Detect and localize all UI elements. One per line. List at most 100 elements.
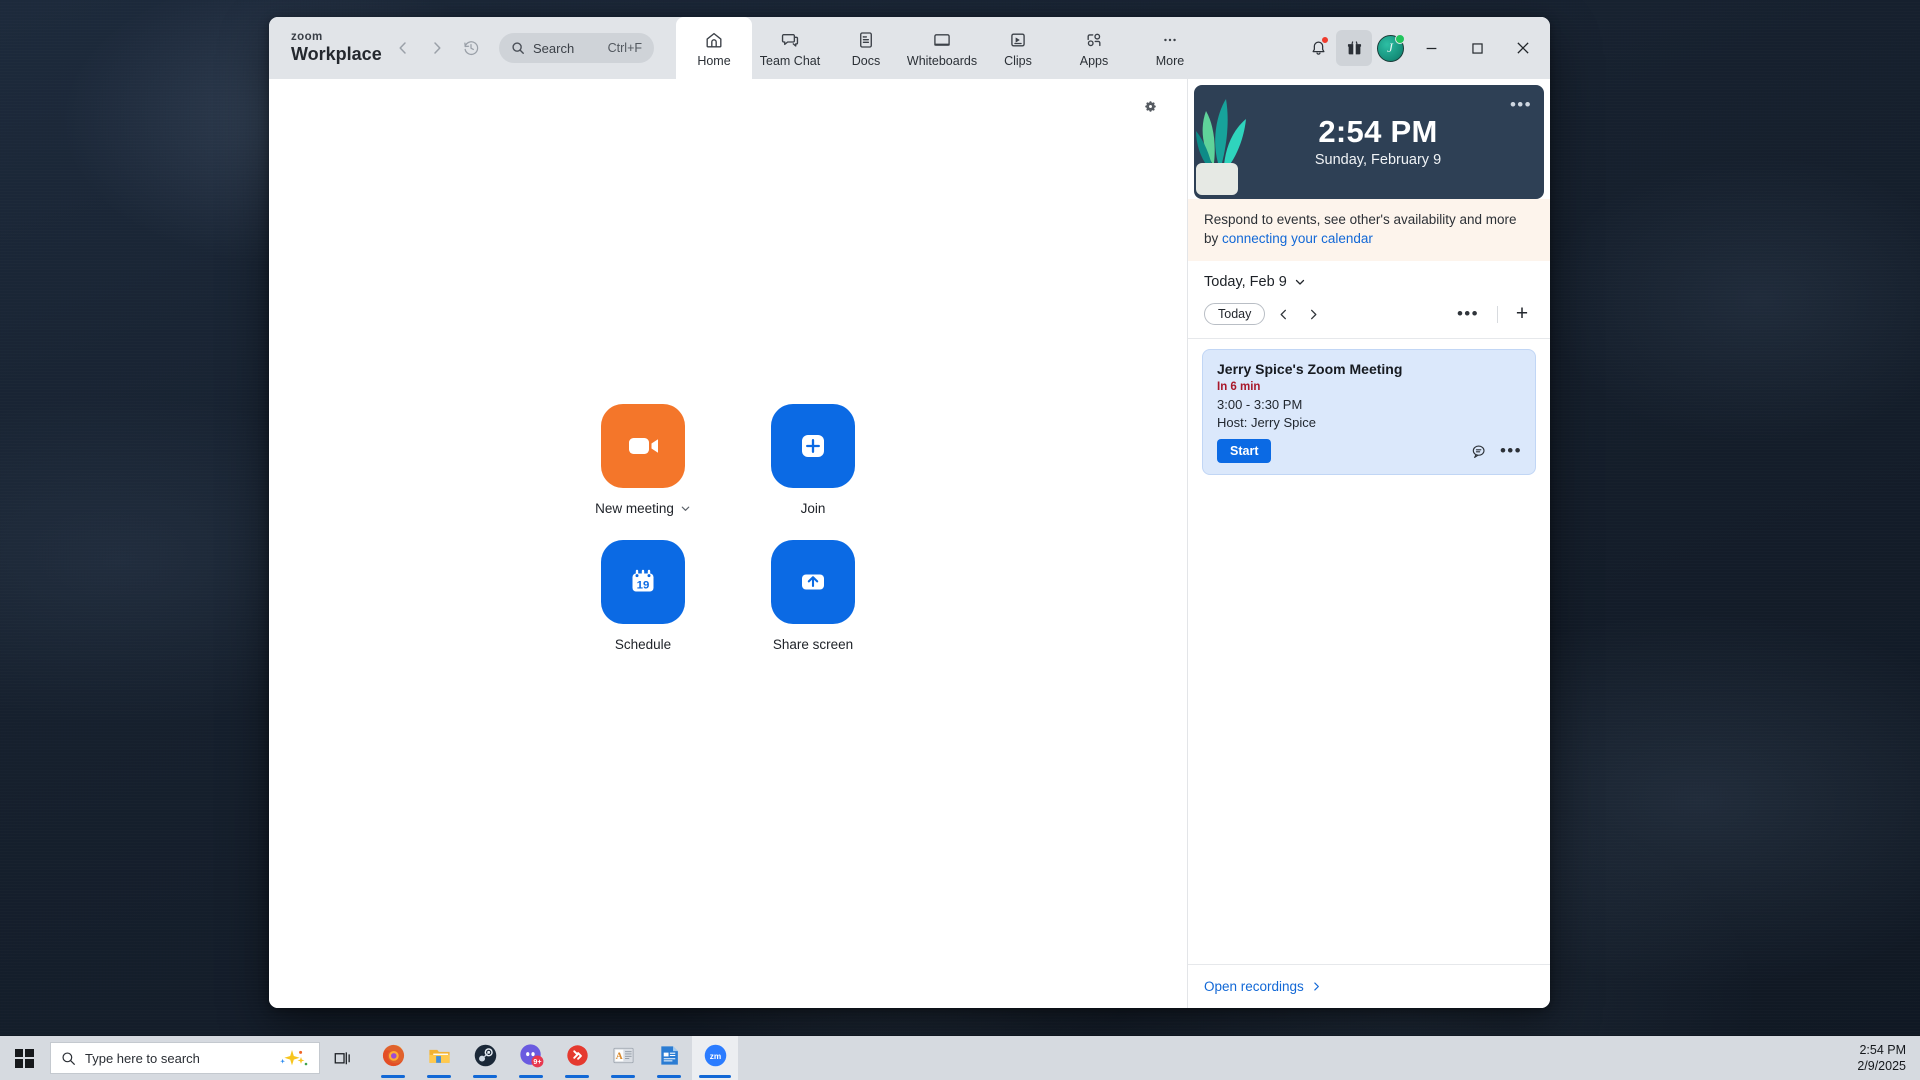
taskbar-app-discord[interactable]: 9+ [508, 1036, 554, 1080]
firefox-icon [382, 1044, 404, 1067]
event-more-icon[interactable]: ••• [1500, 441, 1522, 461]
tab-apps-label: Apps [1079, 53, 1109, 68]
navigation-arrows [387, 17, 487, 79]
notifications-bell-button[interactable] [1300, 30, 1336, 66]
apps-icon [1084, 29, 1104, 51]
forward-button[interactable] [421, 32, 453, 64]
new-meeting-tile[interactable] [601, 403, 685, 488]
taskbar-app-zoom[interactable]: zm [692, 1036, 738, 1080]
close-button[interactable] [1500, 17, 1546, 79]
search-icon [61, 1051, 76, 1066]
svg-text:19: 19 [637, 579, 650, 591]
minimize-button[interactable] [1408, 17, 1454, 79]
search-input[interactable]: Search Ctrl+F [499, 33, 654, 63]
brand-zoom-text: zoom [291, 31, 323, 44]
zoom-workplace-window: zoom Workplace Search Ctrl+F Home Team C… [269, 17, 1550, 1008]
join-label: Join [800, 500, 826, 516]
app-brand: zoom Workplace [269, 17, 387, 79]
tab-more[interactable]: More [1132, 17, 1208, 79]
join-action[interactable]: Join [743, 403, 883, 516]
open-recordings-link[interactable]: Open recordings [1204, 979, 1304, 994]
chat-bubble-icon [780, 29, 800, 51]
clock-card-more-icon[interactable]: ••• [1510, 95, 1532, 115]
right-side-panel: 2:54 PM Sunday, February 9 ••• Respond t… [1187, 79, 1550, 1008]
event-actions: Start ••• [1217, 439, 1522, 464]
taskbar-app-remote-desktop[interactable] [554, 1036, 600, 1080]
tab-clips[interactable]: Clips [980, 17, 1056, 79]
letter-a-icon: A [613, 1047, 633, 1064]
taskbar-search-input[interactable]: Type here to search [50, 1042, 320, 1074]
taskbar-app-steam[interactable] [462, 1036, 508, 1080]
app-running-indicator [473, 1075, 497, 1078]
start-meeting-button[interactable]: Start [1217, 439, 1272, 464]
tab-docs[interactable]: Docs [828, 17, 904, 79]
taskbar-clock[interactable]: 2:54 PM 2/9/2025 [1857, 1042, 1906, 1074]
calendar-connect-banner: Respond to events, see other's availabil… [1188, 199, 1550, 262]
document-icon [856, 29, 876, 51]
panel-footer: Open recordings [1188, 964, 1550, 1008]
taskbar-app-file-explorer[interactable] [416, 1036, 462, 1080]
tab-whiteboards[interactable]: Whiteboards [904, 17, 980, 79]
event-card[interactable]: Jerry Spice's Zoom Meeting In 6 min 3:00… [1202, 349, 1536, 476]
history-icon[interactable] [455, 32, 487, 64]
tab-whiteboards-label: Whiteboards [906, 53, 978, 68]
zoom-icon: zm [704, 1044, 726, 1067]
start-button[interactable] [0, 1036, 48, 1080]
windows-taskbar: Type here to search 9+ A zm 2:54 PM 2/9/… [0, 1036, 1920, 1080]
avatar-initials: J [1387, 40, 1393, 55]
tab-home[interactable]: Home [676, 17, 752, 79]
calendar-more-icon[interactable]: ••• [1451, 304, 1485, 324]
add-event-button[interactable]: + [1510, 302, 1534, 326]
event-secondary-actions: ••• [1471, 441, 1522, 461]
current-date: Sunday, February 9 [1314, 152, 1442, 169]
divider [1497, 305, 1498, 323]
titlebar-right-actions: J [1300, 17, 1550, 79]
chevron-down-icon[interactable] [680, 503, 691, 514]
notification-badge [1321, 36, 1329, 44]
event-time-range: 3:00 - 3:30 PM [1217, 397, 1303, 413]
taskbar-time: 2:54 PM [1859, 1043, 1906, 1057]
today-button[interactable]: Today [1204, 303, 1266, 326]
taskbar-app-dictionary[interactable]: A [600, 1036, 646, 1080]
sparkle-icon[interactable] [275, 1047, 309, 1069]
meeting-chat-icon[interactable] [1471, 443, 1488, 460]
avatar-icon: J [1376, 33, 1405, 62]
main-tabs: Home Team Chat Docs Whiteboards Clips Ap… [676, 17, 1208, 79]
calendar-nav-row: Today ••• + [1188, 299, 1550, 340]
join-label-row: Join [801, 501, 826, 516]
connect-calendar-link[interactable]: connecting your calendar [1222, 231, 1373, 246]
schedule-tile[interactable]: 19 [601, 539, 685, 624]
tab-apps[interactable]: Apps [1056, 17, 1132, 79]
new-meeting-action[interactable]: New meeting [573, 403, 713, 516]
plant-icon [1196, 99, 1246, 195]
maximize-button[interactable] [1454, 17, 1500, 79]
current-time: 2:54 PM [1318, 113, 1438, 149]
tab-team-chat[interactable]: Team Chat [752, 17, 828, 79]
share-screen-action[interactable]: Share screen [743, 539, 883, 652]
schedule-action[interactable]: 19 Schedule [573, 539, 713, 652]
taskbar-apps: 9+ A zm [370, 1036, 738, 1080]
search-icon [511, 41, 525, 55]
home-icon [704, 29, 724, 51]
day-selector-label: Today, Feb 9 [1204, 274, 1287, 291]
svg-text:9+: 9+ [533, 1058, 541, 1066]
back-button[interactable] [387, 32, 419, 64]
user-avatar[interactable]: J [1372, 30, 1408, 66]
gear-icon[interactable] [1137, 93, 1163, 119]
event-host: Host: Jerry Spice [1217, 415, 1316, 431]
share-screen-label-row: Share screen [773, 637, 853, 652]
next-day-button[interactable] [1301, 302, 1325, 326]
join-tile[interactable] [771, 403, 855, 488]
gift-box-button[interactable] [1336, 30, 1372, 66]
tab-clips-label: Clips [1004, 53, 1032, 68]
taskbar-app-firefox[interactable] [370, 1036, 416, 1080]
event-starts-in: In 6 min [1217, 381, 1261, 394]
taskbar-app-document[interactable] [646, 1036, 692, 1080]
task-view-button[interactable] [320, 1036, 364, 1080]
clips-play-icon [1008, 29, 1028, 51]
share-screen-tile[interactable] [771, 539, 855, 624]
previous-day-button[interactable] [1271, 302, 1295, 326]
windows-logo-icon [14, 1048, 34, 1068]
day-selector[interactable]: Today, Feb 9 [1188, 261, 1550, 299]
remote-desktop-icon [566, 1045, 588, 1066]
